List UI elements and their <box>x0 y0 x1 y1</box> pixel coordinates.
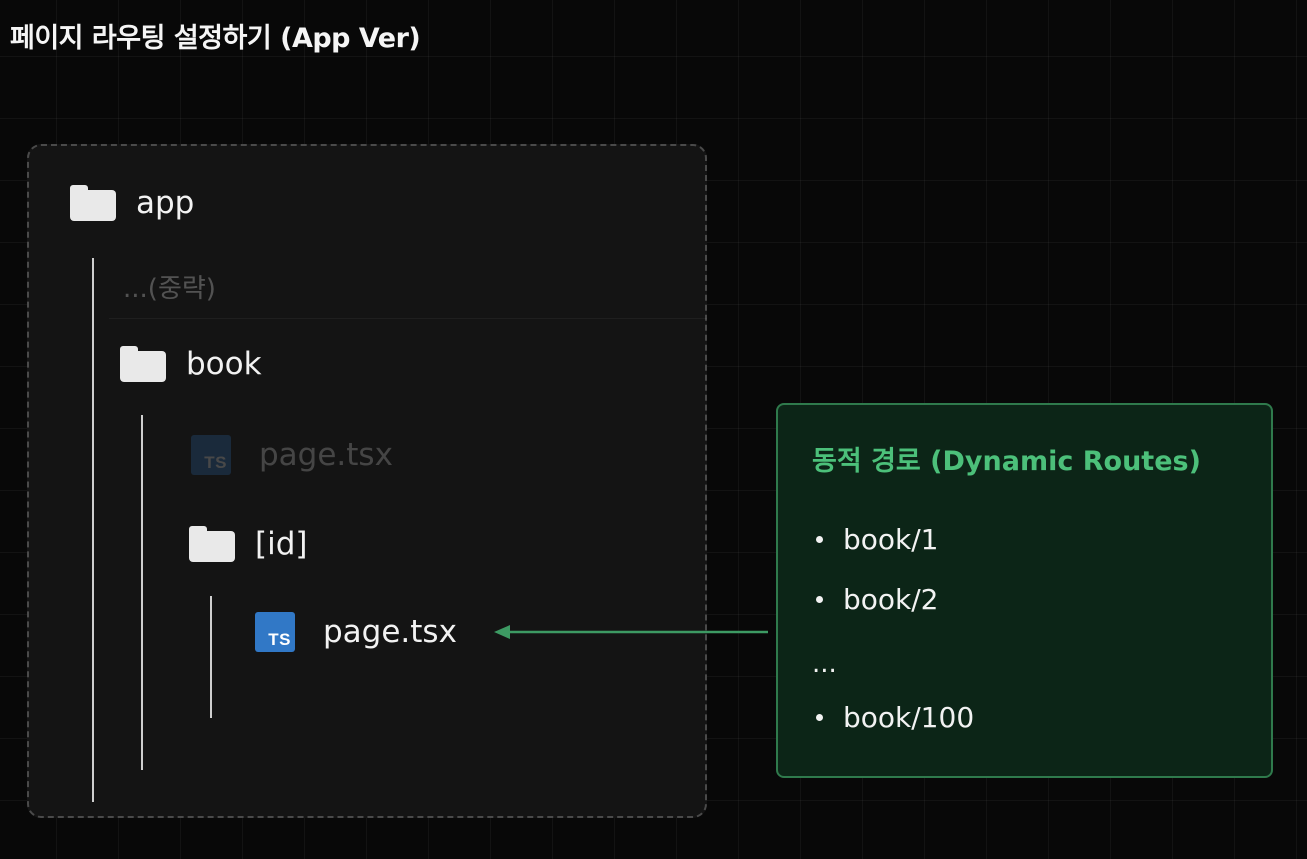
bullet-icon <box>816 714 823 721</box>
route-ellipsis: ... <box>812 649 837 679</box>
info-box-title: 동적 경로 (Dynamic Routes) <box>812 446 1201 477</box>
route-item: book/2 <box>816 583 939 616</box>
bullet-icon <box>816 536 823 543</box>
route-item: book/1 <box>816 523 939 556</box>
bullet-icon <box>816 596 823 603</box>
dynamic-routes-box: 동적 경로 (Dynamic Routes) book/1 book/2 ...… <box>776 403 1273 778</box>
route-item: book/100 <box>816 701 974 734</box>
